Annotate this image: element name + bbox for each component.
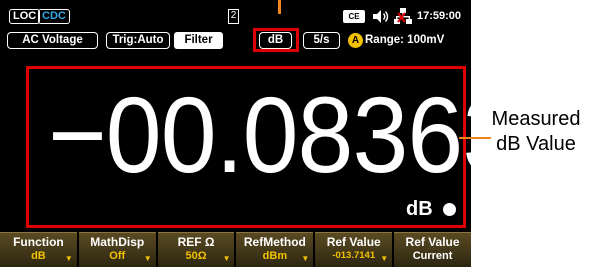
ce-icon: CE: [343, 10, 365, 23]
function-indicator: AC Voltage: [7, 32, 98, 49]
callout-label: Measured dB Value: [478, 107, 594, 157]
trigger-indicator: Trig:Auto: [106, 32, 170, 49]
range-indicator: Range: 100mV: [365, 34, 445, 46]
callout-line-2: dB Value: [496, 133, 576, 155]
softkey-value: Current: [412, 250, 453, 262]
page-indicator: 2: [228, 9, 239, 24]
softkey-label: Ref Value: [326, 235, 381, 249]
lan-disconnected-icon: [394, 8, 412, 24]
clock: 17:59:00: [417, 10, 462, 22]
softkey-mathdisp[interactable]: MathDisp Off ▼: [78, 232, 156, 267]
auto-range-icon: A: [348, 33, 363, 48]
loc-indicator: LOC: [9, 9, 41, 24]
softkey-label: RefMethod: [243, 235, 306, 249]
softkey-label: REF Ω: [177, 235, 215, 249]
reading-unit: dB: [406, 198, 433, 220]
meter-display: LOC CDC 2 CE 17:59:00 AC Voltage Trig:Au…: [0, 0, 518, 267]
callout-line-1: Measured: [491, 108, 581, 130]
softkey-label: Function: [13, 235, 64, 249]
filter-indicator: Filter: [174, 32, 223, 49]
measured-value: −00.08363: [48, 74, 518, 195]
rate-indicator: 5/s: [303, 32, 340, 49]
softkey-label: MathDisp: [90, 235, 145, 249]
chevron-down-icon: ▼: [143, 254, 152, 263]
speaker-icon: [373, 10, 389, 23]
annotation-pointer-line: [278, 0, 281, 14]
softkey-ref-value-current[interactable]: Ref Value Current: [394, 232, 471, 267]
unit-highlight-box: [253, 28, 299, 52]
chevron-down-icon: ▼: [301, 254, 310, 263]
chevron-down-icon: ▼: [380, 254, 389, 263]
softkey-ref-ohm[interactable]: REF Ω 50Ω ▼: [157, 232, 235, 267]
softkey-label: Ref Value: [405, 235, 460, 249]
softkey-bar: Function dB ▼ MathDisp Off ▼ REF Ω 50Ω ▼…: [0, 232, 471, 267]
cdc-indicator: CDC: [38, 9, 70, 24]
softkey-refmethod[interactable]: RefMethod dBm ▼: [236, 232, 314, 267]
reading-indicator-dot: [443, 203, 456, 216]
chevron-down-icon: ▼: [64, 254, 73, 263]
chevron-down-icon: ▼: [222, 254, 231, 263]
softkey-function[interactable]: Function dB ▼: [0, 232, 77, 267]
softkey-ref-value[interactable]: Ref Value -013.7141 ▼: [315, 232, 393, 267]
